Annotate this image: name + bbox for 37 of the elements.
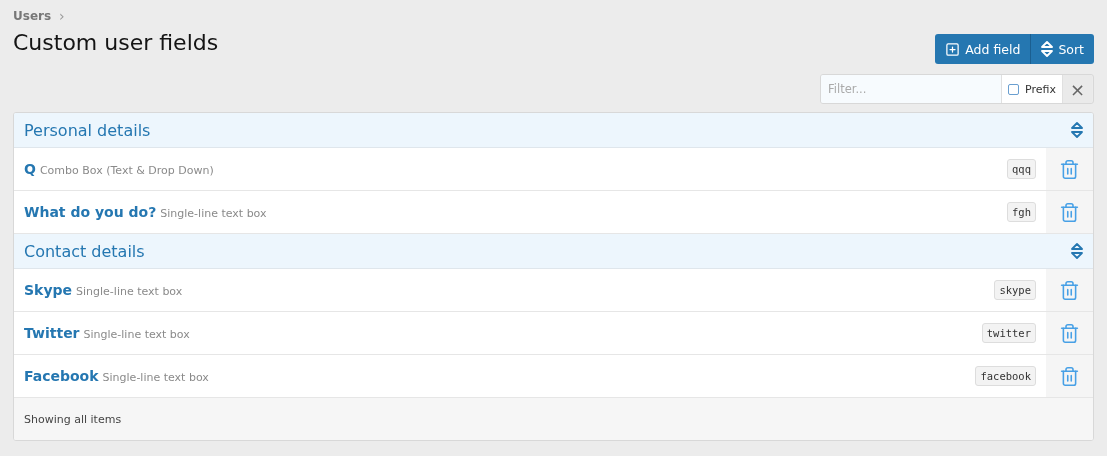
breadcrumb-link[interactable]: Users bbox=[13, 9, 52, 23]
field-type: Single-line text box bbox=[102, 371, 209, 384]
sort-icon bbox=[1071, 243, 1083, 259]
trash-icon bbox=[1059, 158, 1080, 180]
breadcrumb-separator: › bbox=[59, 8, 65, 24]
trash-icon bbox=[1059, 279, 1080, 301]
sort-icon bbox=[1071, 122, 1083, 138]
trash-icon bbox=[1059, 365, 1080, 387]
trash-icon bbox=[1059, 322, 1080, 344]
field-name-link[interactable]: What do you do? bbox=[24, 204, 157, 220]
add-field-button[interactable]: Add field bbox=[935, 34, 1031, 64]
delete-button[interactable] bbox=[1046, 191, 1093, 233]
field-id: skype bbox=[994, 280, 1036, 300]
group-title: Contact details bbox=[24, 241, 145, 261]
field-id: fgh bbox=[1007, 202, 1036, 222]
field-name-link[interactable]: Facebook bbox=[24, 368, 99, 384]
delete-button[interactable] bbox=[1046, 269, 1093, 311]
field-type: Single-line text box bbox=[76, 285, 183, 298]
field-type: Single-line text box bbox=[160, 207, 267, 220]
delete-button[interactable] bbox=[1046, 355, 1093, 397]
field-name-link[interactable]: Twitter bbox=[24, 325, 80, 341]
field-name-link[interactable]: Skype bbox=[24, 282, 73, 298]
field-id: twitter bbox=[981, 323, 1036, 343]
delete-button[interactable] bbox=[1046, 148, 1093, 190]
footer-text: Showing all items bbox=[24, 412, 122, 426]
field-name-link[interactable]: Q bbox=[24, 161, 36, 177]
field-id: qqq bbox=[1007, 159, 1036, 179]
field-type: Combo Box (Text & Drop Down) bbox=[39, 164, 214, 177]
page-title: Custom user fields bbox=[13, 30, 219, 55]
trash-icon bbox=[1059, 201, 1080, 223]
plus-square-icon bbox=[945, 41, 961, 57]
group-title: Personal details bbox=[24, 120, 151, 140]
sort-icon bbox=[1041, 41, 1054, 57]
delete-button[interactable] bbox=[1046, 312, 1093, 354]
field-id: facebook bbox=[975, 366, 1036, 386]
field-type: Single-line text box bbox=[83, 328, 190, 341]
sort-button[interactable]: Sort bbox=[1030, 34, 1094, 64]
